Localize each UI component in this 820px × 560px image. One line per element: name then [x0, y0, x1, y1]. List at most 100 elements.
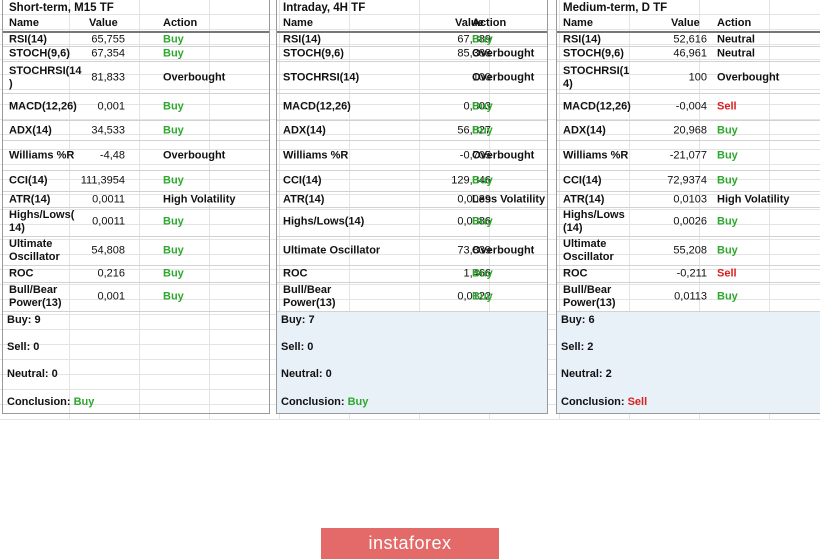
indicator-name: Highs/Lows (14): [563, 209, 625, 234]
header-action: Action: [472, 17, 507, 29]
indicator-name: Ultimate Oscillator: [563, 238, 614, 263]
table-row: STOCHRSI(14 ) 81,833 Overbought: [3, 62, 269, 94]
indicator-name: MACD(12,26): [563, 100, 631, 113]
indicator-value: 111,3954: [80, 174, 125, 187]
indicator-action: Buy: [717, 174, 738, 187]
neutral-count: Neutral: 0: [7, 368, 58, 380]
indicator-name: STOCHRSI(1 4): [563, 64, 630, 90]
header-action: Action: [717, 17, 752, 29]
indicator-value: 0,0011: [92, 193, 125, 205]
indicator-action: Overbought: [717, 71, 780, 83]
indicator-name: ATR(14): [563, 193, 605, 205]
header-name: Name: [283, 17, 313, 29]
indicator-value: 65,755: [91, 33, 125, 45]
indicator-value: 20,968: [673, 124, 707, 136]
table-row: Ultimate Oscillator 55,208 Buy: [557, 237, 820, 266]
indicator-value: -0,004: [675, 100, 707, 113]
indicator-value: -4,48: [99, 149, 125, 161]
indicator-action: Buy: [717, 215, 738, 228]
indicator-value: 0,0113: [674, 290, 707, 303]
indicator-action: Buy: [163, 215, 184, 228]
summary-box: Buy: 7 Sell: 0 Neutral: 0 Conclusion: Buy: [277, 312, 547, 413]
summary-box: Buy: 6 Sell: 2 Neutral: 2 Conclusion: Sell: [557, 312, 820, 413]
conclusion-value: Buy: [73, 396, 95, 408]
table-row: STOCHRSI(14) 100 Overbought: [277, 62, 547, 94]
indicator-action: Buy: [472, 267, 493, 280]
table-row: ADX(14) 56,827 Buy: [277, 121, 547, 141]
table-row: Ultimate Oscillator 73,839 Overbought: [277, 237, 547, 266]
indicator-name: RSI(14): [563, 33, 601, 45]
indicator-name: RSI(14): [283, 33, 321, 45]
buy-count: Buy: 7: [281, 314, 315, 326]
sell-count: Sell: 2: [561, 341, 594, 353]
indicator-name: ROC: [283, 267, 308, 280]
indicator-action: Buy: [717, 244, 738, 257]
table-row: Bull/Bear Power(13) 0,0122 Buy: [277, 283, 547, 312]
header-name: Name: [563, 17, 593, 29]
table-row: Bull/Bear Power(13) 0,001 Buy: [3, 283, 269, 312]
indicator-action: Buy: [717, 290, 738, 303]
indicator-action: Buy: [163, 33, 184, 45]
indicator-name: ATR(14): [283, 193, 325, 205]
indicator-action: Buy: [163, 244, 184, 257]
table-row: RSI(14) 65,755 Buy: [3, 33, 269, 47]
conclusion-line: Conclusion: Buy: [281, 396, 368, 408]
indicator-action: Buy: [163, 267, 184, 280]
table-row: STOCH(9,6) 46,961 Neutral: [557, 47, 820, 62]
indicator-action: Buy: [472, 100, 493, 113]
indicator-name: Bull/Bear Power(13): [283, 284, 336, 309]
indicator-name: Bull/Bear Power(13): [563, 284, 616, 309]
table-row: Williams %R -21,077 Buy: [557, 141, 820, 171]
indicator-action: Overbought: [163, 149, 226, 161]
indicator-name: STOCH(9,6): [563, 47, 624, 60]
indicator-value: 0,001: [97, 290, 125, 303]
indicator-value: 0,0103: [673, 193, 707, 205]
panel-3: Medium-term, D TF Name Value Action RSI(14) 5…: [556, 0, 820, 414]
indicator-action: Buy: [472, 290, 493, 303]
table-row: Highs/Lows(14) 0,0086 Buy: [277, 208, 547, 237]
table-row: Highs/Lows( 14) 0,0011 Buy: [3, 208, 269, 237]
indicator-name: Ultimate Oscillator: [283, 244, 381, 257]
indicator-value: 46,961: [673, 47, 707, 60]
indicator-action: Buy: [717, 124, 738, 136]
table-row: Highs/Lows (14) 0,0026 Buy: [557, 208, 820, 237]
conclusion-line: Conclusion: Buy: [7, 396, 94, 408]
indicator-action: Buy: [472, 174, 493, 187]
indicator-value: 0,001: [97, 100, 125, 113]
table-row: STOCHRSI(1 4) 100 Overbought: [557, 62, 820, 94]
indicator-value: 0,0011: [92, 215, 125, 228]
table-row: Ultimate Oscillator 54,808 Buy: [3, 237, 269, 266]
indicator-action: Sell: [717, 267, 737, 280]
panel-title: Medium-term, D TF: [563, 2, 668, 14]
table-row: ATR(14) 0,0039 Less Volatility: [277, 192, 547, 208]
table-row: CCI(14) 129,346 Buy: [277, 171, 547, 192]
table-row: MACD(12,26) 0,003 Buy: [277, 94, 547, 121]
indicator-name: MACD(12,26): [283, 100, 351, 113]
indicator-action: Overbought: [472, 47, 535, 60]
neutral-count: Neutral: 2: [561, 368, 612, 380]
table-row: CCI(14) 72,9374 Buy: [557, 171, 820, 192]
indicator-name: Williams %R: [563, 149, 629, 161]
indicator-name: ROC: [9, 267, 34, 280]
table-row: RSI(14) 52,616 Neutral: [557, 33, 820, 47]
neutral-count: Neutral: 0: [281, 368, 332, 380]
indicator-action: Neutral: [717, 33, 755, 45]
indicator-action: Overbought: [163, 71, 226, 83]
indicator-action: Buy: [472, 124, 493, 136]
conclusion-value: Sell: [627, 396, 648, 408]
indicator-action: Less Volatility: [472, 193, 546, 205]
indicator-action: Overbought: [472, 149, 535, 161]
indicator-name: Highs/Lows(14): [283, 215, 365, 228]
conclusion-value: Buy: [347, 396, 369, 408]
indicator-name: ROC: [563, 267, 588, 280]
conclusion-label: Conclusion:: [281, 396, 345, 408]
table-row: Williams %R -4,48 Overbought: [3, 141, 269, 171]
indicator-action: Buy: [163, 124, 184, 136]
indicator-action: Buy: [163, 174, 184, 187]
indicator-value: 72,9374: [667, 174, 707, 187]
indicator-name: STOCHRSI(14): [283, 71, 360, 83]
instaforex-logo: instaforex: [321, 528, 499, 559]
panel-title: Short-term, M15 TF: [9, 2, 114, 14]
table-row: ROC 0,216 Buy: [3, 266, 269, 283]
indicator-name: Williams %R: [283, 149, 349, 161]
